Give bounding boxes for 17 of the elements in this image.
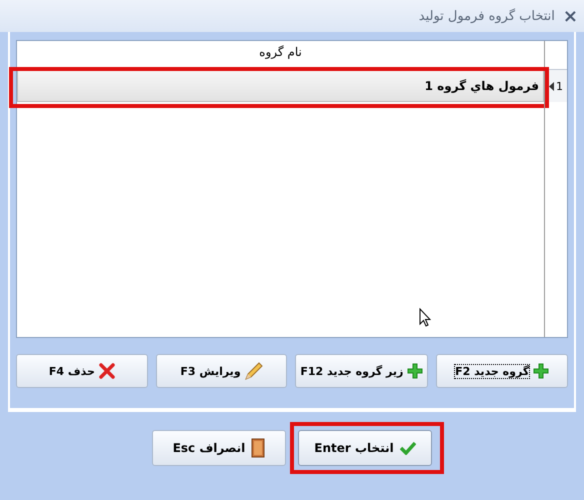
select-button[interactable]: انتخاب Enter	[298, 430, 432, 466]
table-cell[interactable]: فرمول هاي گروه 1	[17, 70, 544, 102]
pencil-icon	[244, 362, 263, 380]
close-button[interactable]: ×	[562, 6, 578, 26]
door-icon	[251, 438, 266, 458]
window-title: انتخاب گروه فرمول تولید	[418, 8, 555, 24]
delete-icon	[98, 363, 115, 379]
delete-button[interactable]: حذف F4	[16, 354, 148, 388]
add-button[interactable]: گروه جدید F2	[436, 354, 568, 388]
add-button[interactable]: زیر گروه جدید F12	[295, 354, 428, 388]
cursor-icon	[419, 308, 431, 327]
check-icon	[400, 441, 416, 455]
column-header[interactable]: نام گروه	[17, 41, 544, 69]
plus-icon	[407, 363, 424, 379]
cancel-button[interactable]: انصراف Esc	[152, 430, 286, 466]
plus-icon	[533, 363, 550, 379]
edit-button[interactable]: ویرایش F3	[156, 354, 288, 388]
